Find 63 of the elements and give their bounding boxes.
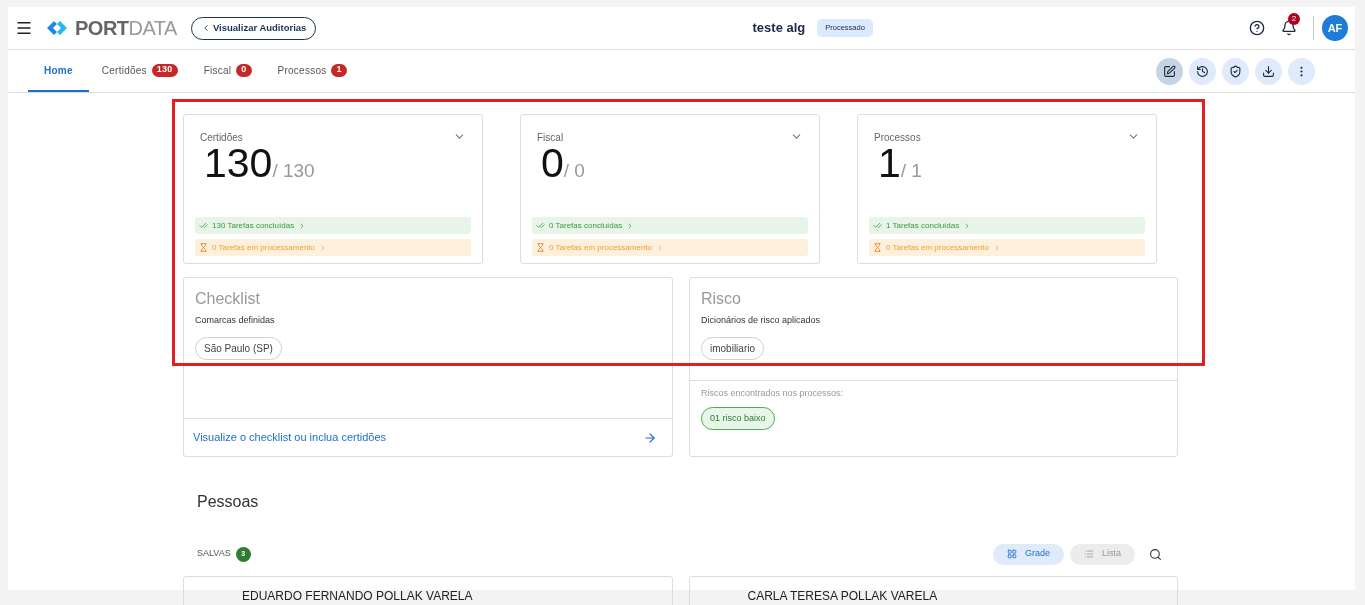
- double-check-icon: [199, 221, 208, 230]
- person-card[interactable]: EDUARDO FERNANDO POLLAK VARELA: [183, 576, 673, 605]
- card-title: Checklist: [195, 289, 261, 309]
- done-row[interactable]: 130 Tarefas concluídas: [195, 217, 471, 234]
- hourglass-icon: [873, 243, 882, 252]
- list-icon: [1084, 549, 1094, 559]
- download-icon: [1262, 65, 1275, 78]
- chevron-right-icon: [656, 243, 664, 252]
- card-subtitle: Dicionários de risco aplicados: [701, 314, 822, 327]
- menu-icon[interactable]: [15, 19, 33, 37]
- hourglass-icon: [199, 243, 208, 252]
- search-icon[interactable]: [1149, 547, 1162, 561]
- stat-label: Certidões: [200, 131, 243, 145]
- shield-icon: [1229, 65, 1242, 78]
- tab[interactable]: Certidões 130: [88, 50, 191, 92]
- stat-label: Processos: [874, 131, 921, 145]
- card-title: Risco: [701, 289, 742, 309]
- list-view-button[interactable]: Lista: [1070, 543, 1135, 565]
- stat-value: 1: [878, 143, 901, 184]
- help-icon[interactable]: [1249, 20, 1265, 36]
- risk-chip: 01 risco baixo: [701, 406, 775, 430]
- done-row[interactable]: 0 Tarefas concluídas: [532, 217, 808, 234]
- notification-badge: 2: [1288, 13, 1300, 25]
- stat-total: / 0: [563, 161, 585, 180]
- stat-total: / 1: [900, 161, 922, 180]
- grid-icon: [1006, 549, 1017, 559]
- edit-button[interactable]: [1156, 58, 1183, 85]
- done-row[interactable]: 1 Tarefas concluídas: [869, 217, 1145, 234]
- saved-label: SALVAS: [197, 547, 231, 561]
- stat-value: 130: [204, 143, 273, 184]
- tab[interactable]: Processos 1: [264, 50, 360, 92]
- risk-found-label: Riscos encontrados nos processos:: [701, 387, 845, 400]
- hourglass-icon: [536, 243, 545, 252]
- notification-icon[interactable]: [1281, 20, 1297, 36]
- tab[interactable]: Home: [28, 50, 89, 92]
- shield-button[interactable]: [1222, 58, 1249, 85]
- person-card[interactable]: CARLA TERESA POLLAK VARELA: [688, 576, 1178, 605]
- logo-text: PORTDATA: [75, 16, 177, 41]
- tab[interactable]: Fiscal 0: [190, 50, 265, 92]
- double-check-icon: [536, 221, 545, 230]
- chevron-right-icon: [319, 243, 327, 252]
- history-button[interactable]: [1189, 58, 1216, 85]
- history-icon: [1196, 65, 1209, 78]
- count-badge: 0: [236, 63, 252, 77]
- edit-icon: [1163, 65, 1176, 78]
- chevron-right-icon: [993, 243, 1001, 252]
- stat-value: 0: [541, 143, 564, 184]
- user-avatar[interactable]: AF: [1322, 15, 1348, 41]
- stat-total: / 130: [272, 161, 315, 180]
- grid-view-button[interactable]: Grade: [992, 543, 1064, 565]
- person-name: EDUARDO FERNANDO POLLAK VARELA: [242, 589, 473, 603]
- card-subtitle: Comarcas definidas: [195, 314, 276, 327]
- count-badge: 1: [331, 63, 347, 77]
- stat-label: Fiscal: [537, 131, 564, 145]
- section-title: Pessoas: [197, 492, 260, 512]
- page-title: teste alg: [752, 19, 806, 38]
- arrow-right-icon[interactable]: [643, 430, 657, 445]
- checklist-link[interactable]: Visualize o checklist ou inclua certidões: [193, 429, 386, 446]
- logo-icon: [45, 18, 69, 38]
- count-badge: 130: [151, 63, 178, 77]
- double-check-icon: [873, 221, 882, 230]
- person-name: CARLA TERESA POLLAK VARELA: [747, 589, 938, 603]
- download-button[interactable]: [1255, 58, 1282, 85]
